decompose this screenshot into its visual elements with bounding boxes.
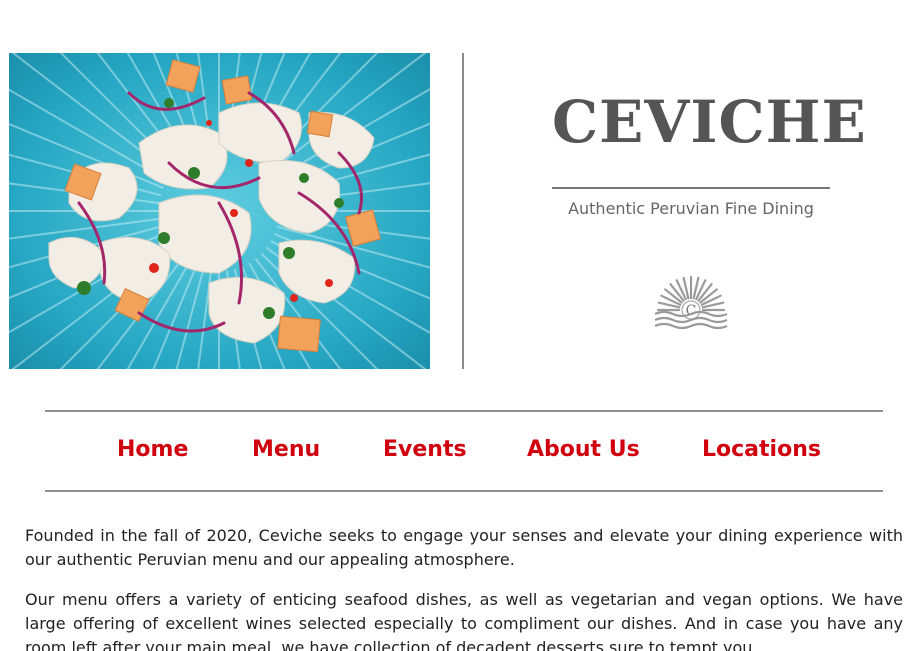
- title-rule: [552, 187, 830, 189]
- nav-bottom-rule: [45, 490, 883, 492]
- nav-top-rule: [45, 410, 883, 412]
- intro-paragraph: Founded in the fall of 2020, Ceviche see…: [25, 526, 903, 569]
- nav-link-menu[interactable]: Menu: [252, 432, 320, 468]
- ceviche-dish-photo: [9, 53, 430, 369]
- restaurant-name: CEVICHE: [552, 88, 867, 156]
- hero-divider: [462, 53, 464, 369]
- main-nav: Home Menu Events About Us Locations: [45, 432, 883, 468]
- page: CEVICHE Authentic Peruvian Fine Dining C…: [0, 0, 909, 651]
- sunrise-over-waves-icon: C: [653, 276, 729, 332]
- about-content: Founded in the fall of 2020, Ceviche see…: [25, 524, 903, 651]
- nav-link-about-us[interactable]: About Us: [527, 432, 640, 468]
- menu-paragraph: Our menu offers a variety of enticing se…: [25, 590, 903, 651]
- nav-link-home[interactable]: Home: [117, 432, 188, 468]
- nav-link-events[interactable]: Events: [383, 432, 467, 468]
- nav-link-locations[interactable]: Locations: [702, 432, 821, 468]
- logo-letter: C: [686, 303, 697, 319]
- restaurant-tagline: Authentic Peruvian Fine Dining: [568, 199, 814, 218]
